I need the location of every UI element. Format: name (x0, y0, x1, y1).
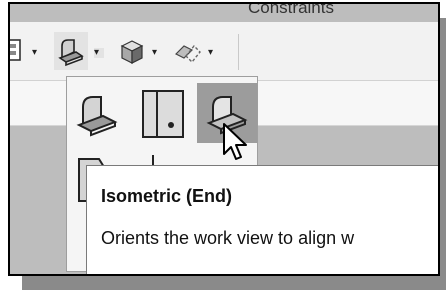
hidden-lines-dropdown-caret[interactable]: ▾ (208, 48, 218, 58)
tooltip: Isometric (End) Orients the work view to… (86, 165, 438, 274)
shaded-cube-icon[interactable] (114, 32, 148, 70)
frame-shadow-bottom (22, 276, 446, 290)
isometric-start-button[interactable] (69, 83, 129, 143)
isometric-start-icon (76, 96, 118, 137)
shaded-cube-dropdown-caret[interactable]: ▾ (152, 48, 162, 58)
tooltip-title: Isometric (End) (101, 186, 233, 206)
mouse-pointer-icon (222, 122, 256, 164)
frame-icon[interactable] (10, 32, 24, 70)
tooltip-description: Orients the work view to align w (101, 228, 355, 248)
screenshot-frame: Constraints ▾ ▾ ▾ ▾ Isometric (End) Orie… (8, 2, 440, 276)
front-view-icon (142, 90, 184, 138)
view-orientation-dropdown-caret[interactable]: ▾ (94, 48, 104, 58)
frame-dropdown-caret[interactable]: ▾ (32, 48, 42, 58)
view-orientation-icon[interactable] (54, 32, 88, 70)
view-toolbar: ▾ ▾ ▾ ▾ (10, 22, 438, 81)
hidden-lines-icon[interactable] (170, 32, 204, 70)
toolbar-separator (238, 34, 239, 70)
front-view-button[interactable] (133, 83, 193, 143)
ribbon-tab-constraints[interactable]: Constraints (248, 4, 334, 18)
frame-shadow-right (440, 18, 446, 288)
